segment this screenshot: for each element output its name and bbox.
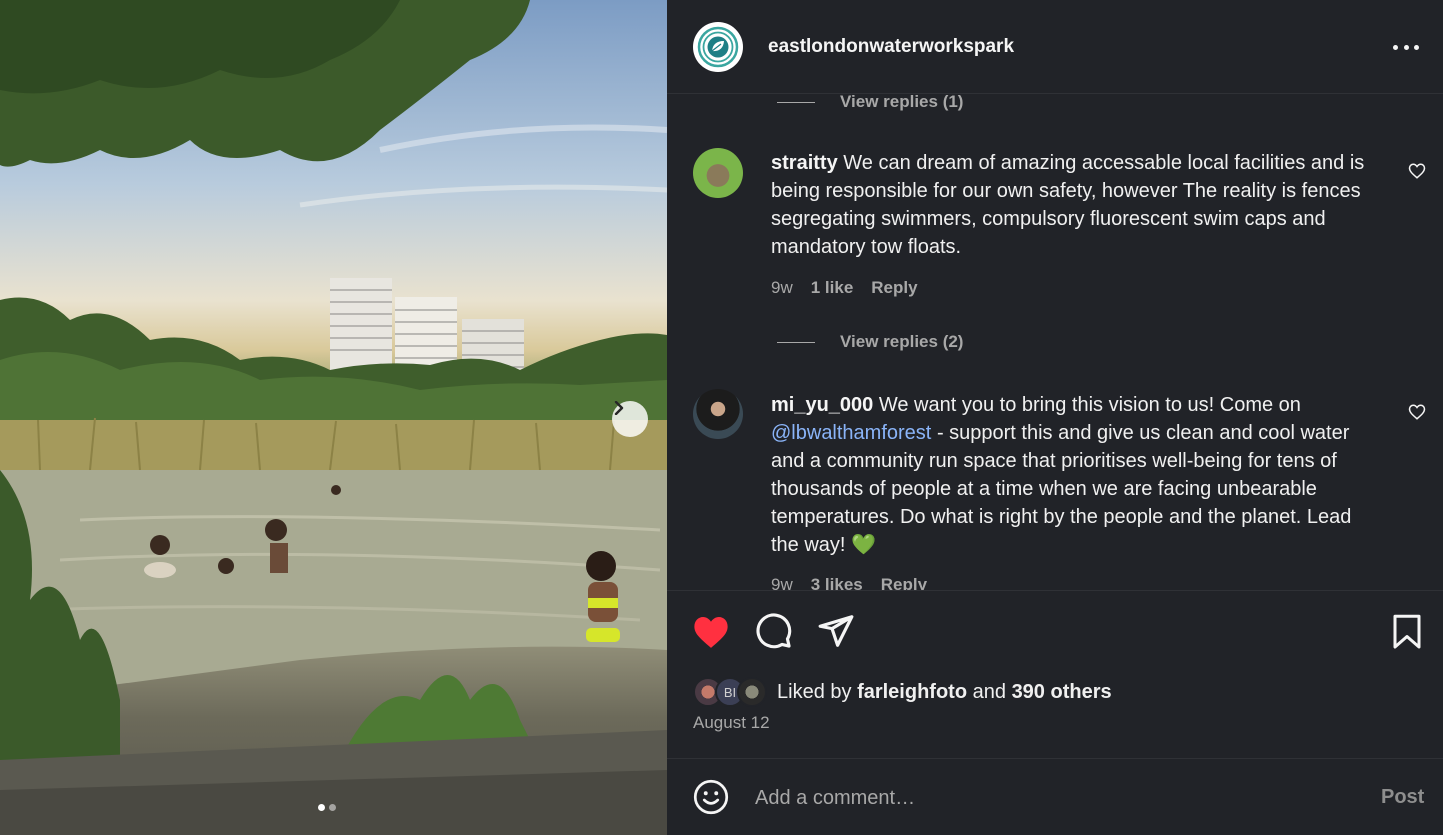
like-heart-icon[interactable] bbox=[692, 614, 730, 650]
liked-by-user[interactable]: farleighfoto bbox=[857, 681, 967, 703]
comments-list[interactable]: View replies (1) straitty We can dream o… bbox=[667, 94, 1443, 590]
reply-divider-line bbox=[777, 341, 815, 343]
liked-by-prefix: Liked by bbox=[777, 680, 852, 703]
carousel-dot bbox=[329, 804, 336, 811]
mention-link[interactable]: @lbwalthamforest bbox=[771, 422, 931, 444]
carousel-next-button[interactable] bbox=[612, 401, 648, 437]
like-comment-heart-icon[interactable] bbox=[1408, 403, 1426, 421]
comment-text: mi_yu_000 We want you to bring this visi… bbox=[771, 391, 1381, 559]
comment-meta: 9w 3 likes Reply bbox=[771, 575, 927, 590]
leaf-logo-icon bbox=[697, 26, 739, 68]
comment-meta: 9w 1 like Reply bbox=[771, 278, 918, 298]
comment-body: We can dream of amazing accessable local… bbox=[771, 152, 1365, 258]
commenter-avatar[interactable] bbox=[693, 148, 743, 198]
post-image-illustration bbox=[0, 0, 667, 835]
comment-body-start: We want you to bring this vision to us! … bbox=[878, 394, 1301, 416]
comment-likes[interactable]: 3 likes bbox=[811, 575, 863, 590]
view-replies-label: View replies (1) bbox=[840, 94, 964, 111]
post-side-panel: eastlondonwaterworkspark View replies (1… bbox=[667, 0, 1443, 835]
liker-avatar[interactable] bbox=[737, 677, 767, 707]
view-replies-button[interactable]: View replies (1) bbox=[777, 94, 963, 112]
comment-bubble-icon[interactable] bbox=[755, 612, 793, 650]
add-comment-input[interactable] bbox=[755, 781, 1335, 815]
green-heart-emoji: 💚 bbox=[851, 534, 876, 556]
carousel-dot-active bbox=[318, 804, 325, 811]
chevron-right-icon bbox=[614, 401, 624, 415]
comment-time: 9w bbox=[771, 575, 793, 590]
account-username[interactable]: eastlondonwaterworkspark bbox=[768, 36, 1014, 58]
comment-likes[interactable]: 1 like bbox=[811, 278, 854, 298]
view-replies-label: View replies (2) bbox=[840, 332, 964, 351]
likes-summary: BI Liked by farleighfoto and 390 others bbox=[693, 677, 1112, 707]
post-date[interactable]: August 12 bbox=[693, 713, 770, 733]
account-avatar[interactable] bbox=[693, 22, 743, 72]
reply-button[interactable]: Reply bbox=[881, 575, 927, 590]
carousel-indicator bbox=[318, 804, 336, 811]
commenter-avatar[interactable] bbox=[693, 389, 743, 439]
liked-by-others[interactable]: 390 others bbox=[1012, 681, 1112, 703]
more-options-icon[interactable] bbox=[1393, 37, 1419, 57]
post-image bbox=[0, 0, 667, 835]
comment-text: straitty We can dream of amazing accessa… bbox=[771, 149, 1381, 261]
reply-divider-line bbox=[777, 101, 815, 103]
liked-by-text: Liked by farleighfoto and 390 others bbox=[777, 681, 1112, 704]
divider bbox=[667, 758, 1443, 759]
divider bbox=[667, 590, 1443, 591]
post-comment-button[interactable]: Post bbox=[1381, 786, 1424, 809]
commenter-username[interactable]: straitty bbox=[771, 152, 838, 174]
view-replies-button[interactable]: View replies (2) bbox=[777, 332, 963, 352]
reply-button[interactable]: Reply bbox=[871, 278, 917, 298]
comment-time: 9w bbox=[771, 278, 793, 297]
liked-by-and: and bbox=[972, 680, 1006, 703]
post-header: eastlondonwaterworkspark bbox=[667, 0, 1443, 94]
emoji-smiley-icon[interactable] bbox=[693, 779, 729, 815]
commenter-username[interactable]: mi_yu_000 bbox=[771, 394, 873, 416]
bookmark-save-icon[interactable] bbox=[1391, 614, 1423, 650]
share-send-icon[interactable] bbox=[817, 612, 855, 650]
like-comment-heart-icon[interactable] bbox=[1408, 162, 1426, 180]
liker-avatar-label: BI bbox=[723, 684, 737, 700]
